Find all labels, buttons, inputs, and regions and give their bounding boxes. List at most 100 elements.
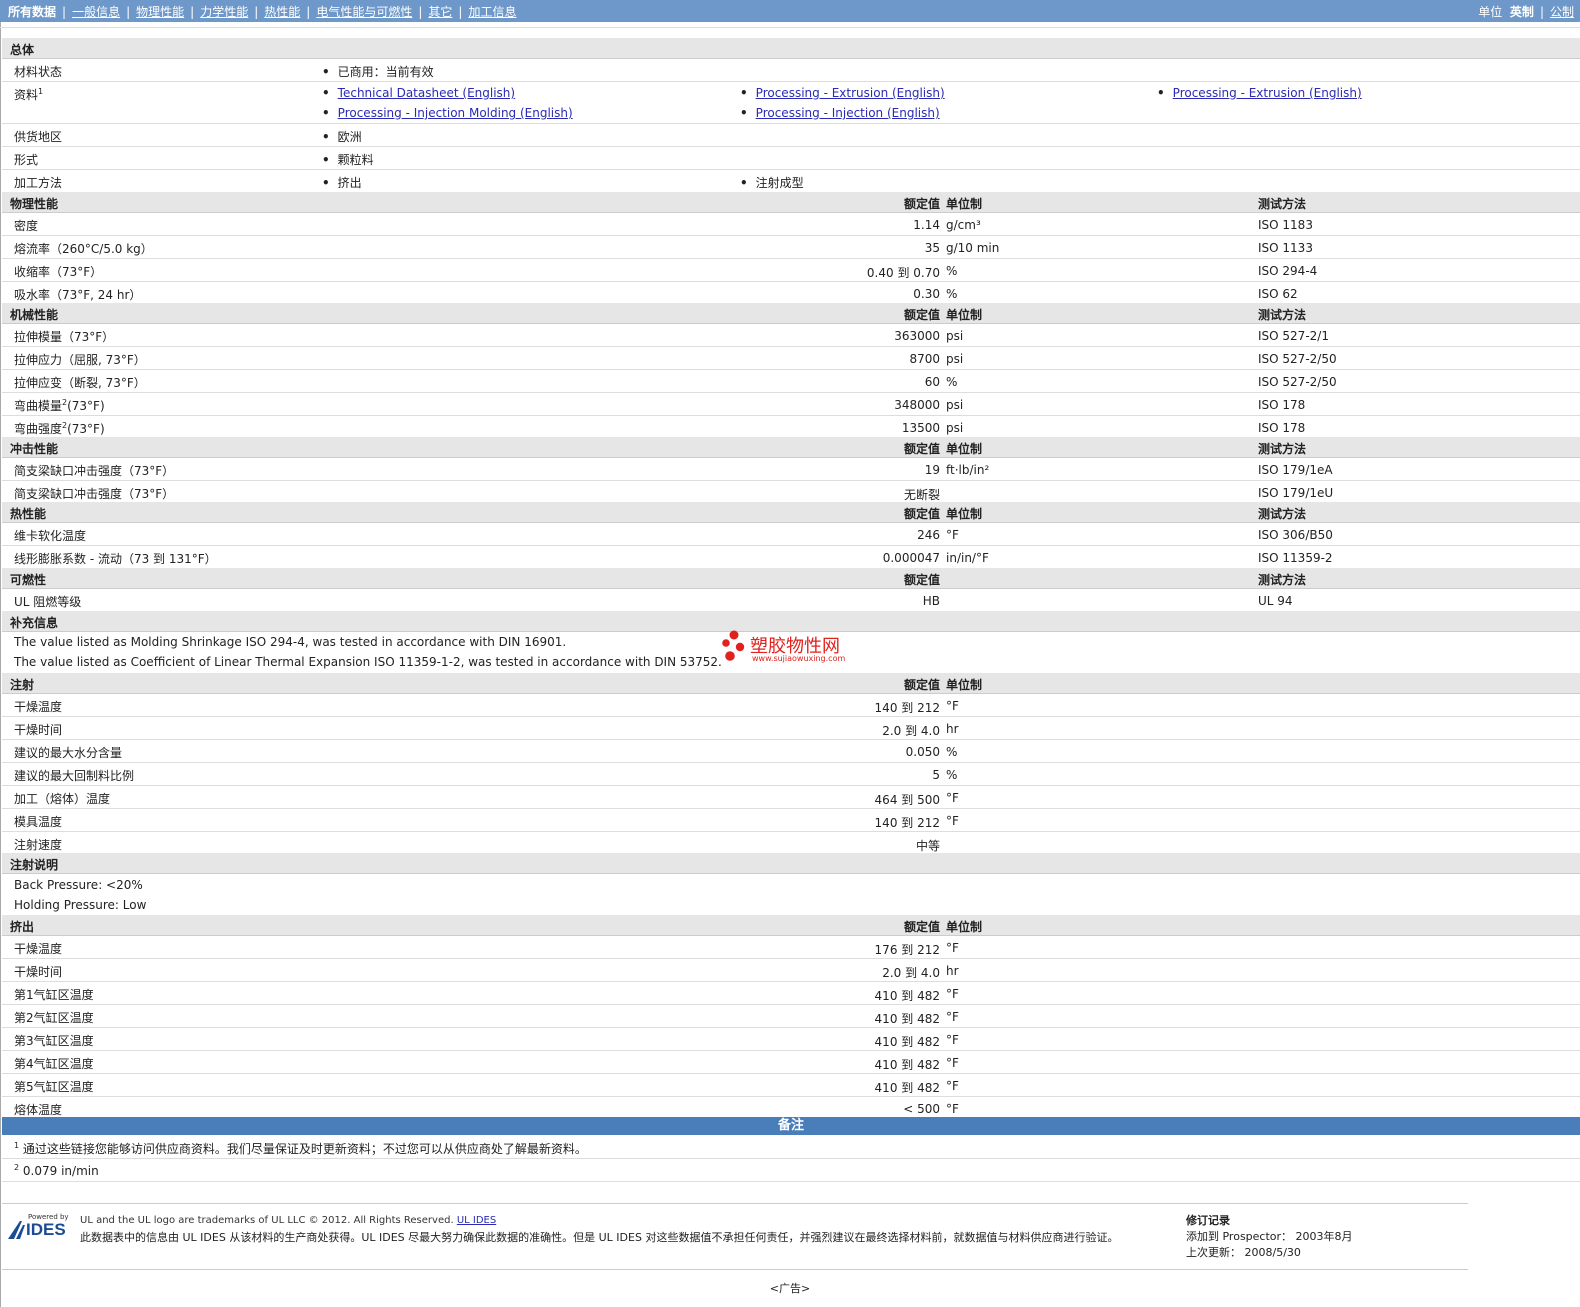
property-label-text: 收缩率（73°F） [14,265,103,279]
property-label: 第1气缸区温度 [14,986,94,1003]
property-unit: hr [946,964,959,978]
property-unit: % [946,375,958,389]
property-row: 拉伸应变（断裂, 73°F） 60% ISO 527-2/50 [2,370,1580,393]
note-row: 1 通过这些链接您能够访问供应商资料。我们尽量保证及时更新资料；不过您可以从供应… [2,1136,1580,1159]
property-row: 拉伸模量（73°F） 363000 psi ISO 527-2/1 [2,324,1580,347]
section-title: 补充信息 [10,616,59,630]
property-value: < 500 [903,1102,940,1116]
col-nominal: 额定值 [903,442,940,456]
col-unit: 单位制 [946,507,983,521]
property-value: 246 [917,528,940,542]
doc-link[interactable]: Processing - Extrusion (English) [756,86,945,100]
property-row: 干燥时间 2.0 到 4.0 hr [2,717,1580,740]
trademark-text: UL and the UL logo are trademarks of UL … [80,1215,496,1226]
property-row: 线形膨胀系数 - 流动（73 到 131°F） 0.000047 in/in/°F I… [2,546,1580,569]
property-label: 拉伸模量（73°F） [14,328,114,345]
property-label-text: 吸水率（73°F, 24 hr） [14,288,142,302]
property-value: 464 到 500 [874,793,940,807]
col-unit: 单位制 [946,678,983,692]
property-row: UL 阻燃等级 HB UL 94 [2,589,1580,612]
property-label: 第3气缸区温度 [14,1032,94,1049]
property-label-text: 弯曲模量 [14,399,63,413]
doc-item: Technical Datasheet (English) [322,86,515,100]
tab-thermal[interactable]: 热性能 [264,5,300,19]
property-label: 弯曲模量2(73°F) [14,397,105,414]
doc-link[interactable]: Processing - Injection (English) [756,106,940,120]
method-value: 注射成型 [740,174,804,191]
property-test-method: ISO 178 [1258,421,1306,435]
property-label-text: 加工（熔体）温度 [14,792,111,806]
doc-item: Processing - Injection Molding (English) [322,106,573,120]
property-unit: % [946,287,958,301]
tab-separator: | [306,5,311,19]
property-row: 第1气缸区温度 410 到 482 °F [2,982,1580,1005]
tab-electrical-flammability[interactable]: 电气性能与可燃性 [316,5,412,19]
form-label: 形式 [14,153,39,167]
property-label-text: 拉伸应力（屈服, 73°F） [14,353,146,367]
property-row: 干燥温度 140 到 212 °F [2,694,1580,717]
section-title: 物理性能 [10,197,59,211]
property-test-method: ISO 527-2/1 [1258,329,1329,343]
property-value: 13500 [901,421,940,435]
property-row: 吸水率（73°F, 24 hr） 0.30% ISO 62 [2,282,1580,305]
col-test-method: 测试方法 [1258,308,1307,322]
spacer-bar [0,27,1580,38]
property-label: 收缩率（73°F） [14,263,102,280]
unit-imperial[interactable]: 英制 [1510,5,1534,19]
doc-link[interactable]: Technical Datasheet (English) [338,86,515,100]
property-value: 140 到 212 [874,816,940,830]
property-label-text: 建议的最大水分含量 [14,746,123,760]
region-label: 供货地区 [14,130,63,144]
property-test-method: ISO 179/1eA [1258,463,1333,477]
note-text: 2 0.079 in/min [14,1163,99,1178]
tab-separator: | [458,5,463,19]
note-sup: 1 [14,1141,20,1150]
tab-other[interactable]: 其它 [428,5,452,19]
revision-title: 修订记录 [1186,1214,1230,1227]
trademark-copy: UL and the UL logo are trademarks of UL … [80,1215,454,1226]
unit-switcher: 单位 英制 | 公制 [1478,3,1574,20]
property-label-text: 第4气缸区温度 [14,1057,94,1071]
unit-metric[interactable]: 公制 [1550,5,1574,19]
property-row: 维卡软化温度 246 °F ISO 306/B50 [2,523,1580,546]
property-label-text: 干燥温度 [14,942,63,956]
property-label-text: 干燥时间 [14,723,63,737]
tab-mechanical[interactable]: 力学性能 [200,5,248,19]
property-unit: °F [946,791,959,805]
property-label-text: 第1气缸区温度 [14,988,94,1002]
property-value: 348000 [894,398,940,412]
col-test-method: 测试方法 [1258,442,1307,456]
doc-link[interactable]: Processing - Injection Molding (English) [338,106,573,120]
page-left-border [0,22,1,1307]
property-label-text: 第5气缸区温度 [14,1080,94,1094]
property-unit: °F [946,699,959,713]
property-value: 410 到 482 [874,1081,940,1095]
tab-general-info[interactable]: 一般信息 [72,5,120,19]
property-unit: °F [946,1033,959,1047]
col-nominal: 额定值 [903,678,940,692]
property-label-text: 建议的最大回制料比例 [14,769,135,783]
status-label: 材料状态 [14,65,63,79]
unit-separator: | [1539,5,1544,19]
property-label-text: 简支梁缺口冲击强度（73°F） [14,487,175,501]
col-nominal: 额定值 [903,507,940,521]
ul-ides-link[interactable]: UL IDES [457,1215,496,1226]
property-label: 干燥温度 [14,698,62,715]
property-label-text: 第3气缸区温度 [14,1034,94,1048]
tab-processing[interactable]: 加工信息 [468,5,516,19]
doc-item: Processing - Extrusion (English) [740,86,945,100]
tab-physical[interactable]: 物理性能 [136,5,184,19]
tab-all-data[interactable]: 所有数据 [8,5,56,19]
general-row: 材料状态 已商用：当前有效 [2,59,1580,82]
property-label-text: 第2气缸区温度 [14,1011,94,1025]
property-value: 2.0 到 4.0 [882,966,940,980]
property-test-method: ISO 178 [1258,398,1306,412]
property-value: 410 到 482 [874,1035,940,1049]
doc-link[interactable]: Processing - Extrusion (English) [1173,86,1362,100]
property-row: 拉伸应力（屈服, 73°F） 8700 psi ISO 527-2/50 [2,347,1580,370]
property-unit: °F [946,528,959,542]
property-label-text: 简支梁缺口冲击强度（73°F） [14,464,175,478]
method-value: 挤出 [322,174,362,191]
footer-divider [2,1203,1468,1204]
tab-separator: | [190,5,195,19]
